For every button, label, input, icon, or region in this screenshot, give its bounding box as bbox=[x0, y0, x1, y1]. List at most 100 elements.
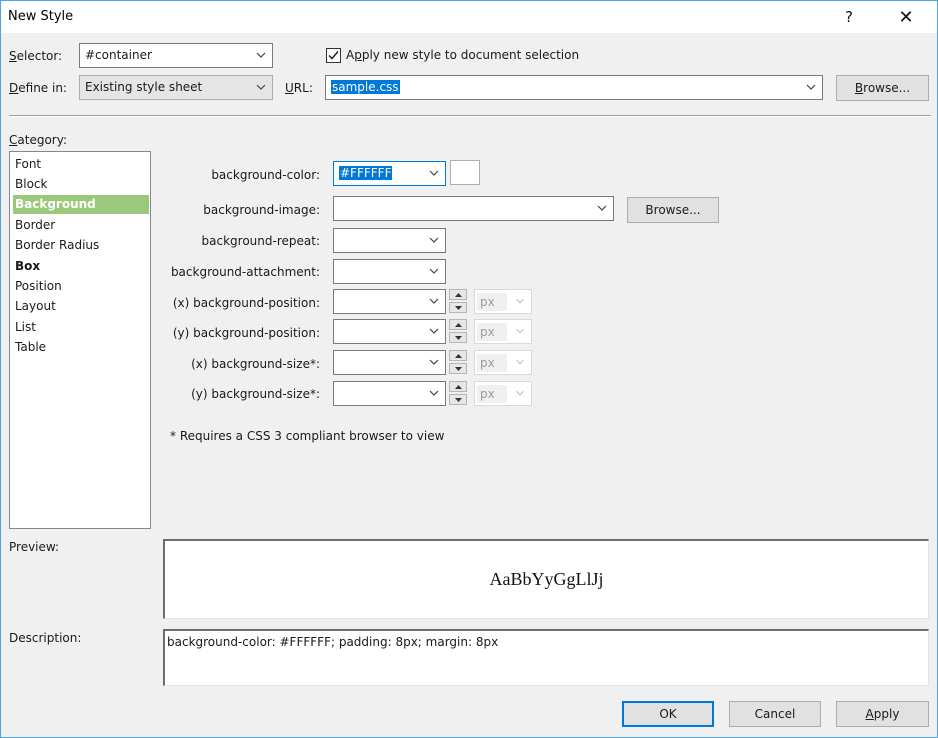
close-icon: ✕ bbox=[898, 6, 914, 28]
define-in-combo[interactable]: Existing style sheet bbox=[79, 75, 273, 100]
selector-combo[interactable]: #container bbox=[79, 43, 273, 68]
x-position-combo[interactable] bbox=[333, 289, 446, 314]
cancel-button[interactable]: Cancel bbox=[729, 701, 821, 727]
category-item-list[interactable]: List bbox=[13, 318, 149, 337]
spin-up-button[interactable] bbox=[449, 289, 467, 300]
triangle-up-icon bbox=[454, 384, 462, 389]
category-label-text: ategory: bbox=[17, 133, 67, 147]
category-item-border-radius[interactable]: Border Radius bbox=[13, 236, 149, 255]
category-item-table[interactable]: Table bbox=[13, 338, 149, 357]
category-item-font[interactable]: Font bbox=[13, 155, 149, 174]
y-size-spinner bbox=[449, 381, 467, 406]
category-item-block[interactable]: Block bbox=[13, 175, 149, 194]
description-pane[interactable]: background-color: #FFFFFF; padding: 8px;… bbox=[163, 629, 929, 686]
background-image-label: background-image: bbox=[203, 203, 320, 217]
chevron-down-icon bbox=[516, 328, 524, 334]
category-item-box[interactable]: Box bbox=[13, 257, 149, 276]
category-item-background[interactable]: Background bbox=[13, 195, 149, 214]
background-color-value-wrap: #FFFFFF bbox=[339, 166, 393, 180]
close-button[interactable]: ✕ bbox=[890, 3, 922, 31]
triangle-down-icon bbox=[454, 305, 462, 310]
category-list[interactable]: Font Block Background Border Border Radi… bbox=[9, 151, 151, 529]
y-size-unit: px bbox=[477, 385, 507, 403]
color-picker-swatch[interactable] bbox=[450, 160, 480, 185]
background-image-combo[interactable] bbox=[333, 196, 614, 221]
spin-up-button[interactable] bbox=[449, 350, 467, 361]
triangle-up-icon bbox=[454, 353, 462, 358]
background-repeat-combo[interactable] bbox=[333, 228, 446, 253]
category-item-layout[interactable]: Layout bbox=[13, 297, 149, 316]
x-position-spinner bbox=[449, 289, 467, 314]
spin-down-button[interactable] bbox=[449, 394, 467, 405]
apply-to-selection-label[interactable]: Apply new style to document selection bbox=[346, 48, 579, 62]
help-button[interactable]: ? bbox=[833, 3, 865, 31]
background-attachment-combo[interactable] bbox=[333, 259, 446, 284]
url-combo[interactable]: sample.css bbox=[325, 75, 823, 100]
triangle-up-icon bbox=[454, 322, 462, 327]
chevron-down-icon bbox=[429, 328, 439, 334]
chevron-down-icon bbox=[256, 84, 266, 90]
x-position-unit-combo[interactable]: px bbox=[474, 289, 532, 314]
ok-button[interactable]: OK bbox=[622, 701, 714, 727]
chevron-down-icon bbox=[256, 52, 266, 58]
chevron-down-icon bbox=[516, 298, 524, 304]
background-color-combo[interactable]: #FFFFFF bbox=[333, 161, 446, 186]
description-text: background-color: #FFFFFF; padding: 8px;… bbox=[167, 635, 499, 649]
css3-footnote: * Requires a CSS 3 compliant browser to … bbox=[170, 429, 445, 443]
help-icon: ? bbox=[845, 8, 853, 26]
y-size-label: (y) background-size*: bbox=[191, 387, 320, 401]
apply-accel: A bbox=[865, 707, 874, 721]
browse-url-button[interactable]: Browse... bbox=[836, 75, 929, 101]
chevron-down-icon bbox=[429, 170, 439, 176]
apply-label: pply bbox=[873, 707, 900, 721]
spin-up-button[interactable] bbox=[449, 381, 467, 392]
chevron-down-icon bbox=[806, 84, 816, 90]
y-position-unit-combo[interactable]: px bbox=[474, 319, 532, 344]
chevron-down-icon bbox=[429, 268, 439, 274]
selector-label: Selector: bbox=[9, 49, 62, 63]
y-position-combo[interactable] bbox=[333, 319, 446, 344]
x-size-unit-combo[interactable]: px bbox=[474, 350, 532, 375]
url-accel: U bbox=[285, 81, 294, 95]
title-bar: New Style ? ✕ bbox=[1, 1, 937, 33]
spin-down-button[interactable] bbox=[449, 363, 467, 374]
chevron-down-icon bbox=[516, 359, 524, 365]
background-attachment-label: background-attachment: bbox=[170, 265, 320, 279]
chevron-down-icon bbox=[429, 298, 439, 304]
category-label: Category: bbox=[9, 133, 67, 147]
y-size-unit-combo[interactable]: px bbox=[474, 381, 532, 406]
spin-down-button[interactable] bbox=[449, 302, 467, 313]
spin-down-button[interactable] bbox=[449, 332, 467, 343]
triangle-down-icon bbox=[454, 397, 462, 402]
apply-button[interactable]: Apply bbox=[836, 701, 929, 727]
spin-up-button[interactable] bbox=[449, 319, 467, 330]
y-position-spinner bbox=[449, 319, 467, 344]
apply-label-pre: A bbox=[346, 48, 355, 62]
description-label: Description: bbox=[9, 631, 82, 645]
dialog-title: New Style bbox=[8, 9, 74, 24]
browse-accel: B bbox=[854, 81, 864, 95]
y-size-combo[interactable] bbox=[333, 381, 446, 406]
header-separator bbox=[9, 115, 931, 117]
y-position-label: (y) background-position: bbox=[172, 326, 320, 340]
category-item-position[interactable]: Position bbox=[13, 277, 149, 296]
selector-label-text: elector: bbox=[16, 49, 63, 63]
background-color-value: #FFFFFF bbox=[339, 166, 393, 180]
browse-label: rowse... bbox=[863, 81, 911, 95]
new-style-dialog: New Style ? ✕ Selector: #container Apply… bbox=[0, 0, 938, 738]
define-in-value: Existing style sheet bbox=[85, 80, 203, 94]
x-size-combo[interactable] bbox=[333, 350, 446, 375]
checkmark-icon bbox=[328, 51, 339, 60]
category-item-border[interactable]: Border bbox=[13, 216, 149, 235]
chevron-down-icon bbox=[516, 390, 524, 396]
apply-to-selection-checkbox[interactable] bbox=[326, 48, 341, 63]
chevron-down-icon bbox=[429, 359, 439, 365]
url-value: sample.css bbox=[331, 80, 400, 94]
chevron-down-icon bbox=[429, 390, 439, 396]
y-position-unit: px bbox=[477, 323, 507, 341]
x-size-spinner bbox=[449, 350, 467, 375]
url-label-text: RL: bbox=[293, 81, 313, 95]
apply-label-accel: p bbox=[354, 48, 362, 62]
browse-image-button[interactable]: Browse... bbox=[627, 197, 719, 223]
selector-value: #container bbox=[85, 48, 152, 62]
